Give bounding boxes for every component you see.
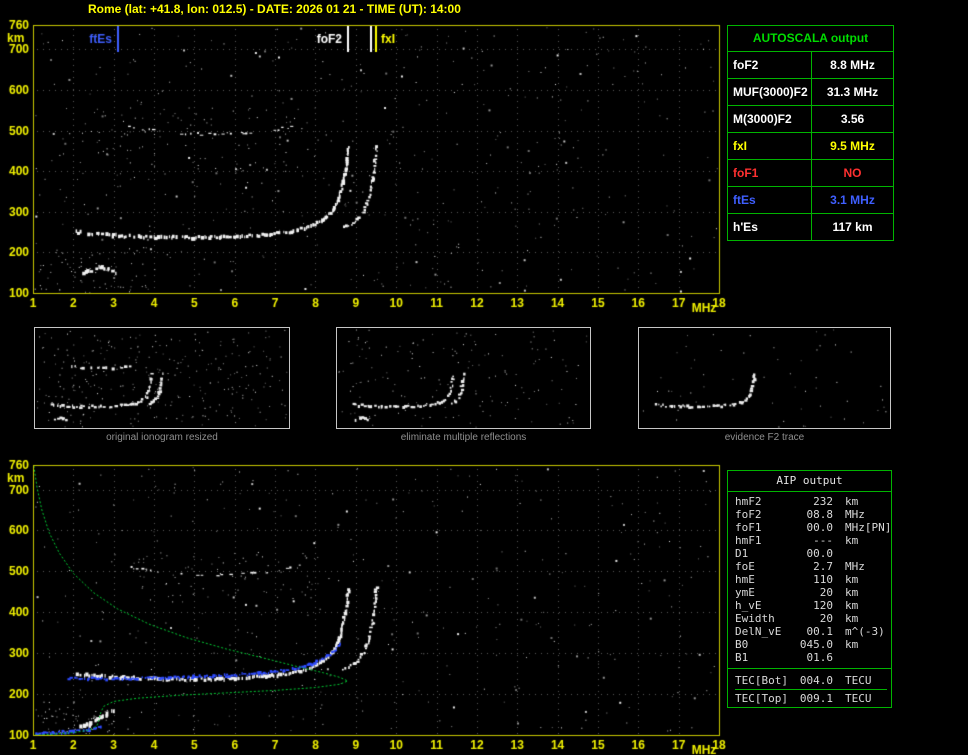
aip-param-unit: km xyxy=(845,612,859,625)
aip-param-value: 20 xyxy=(819,612,833,625)
aip-param-value: 00.0 xyxy=(806,521,834,534)
aip-param-value: 110 xyxy=(813,573,833,586)
aip-param-label: hmF1 xyxy=(735,534,762,547)
aip-param-label: D1 xyxy=(735,547,749,560)
aip-param-label: Ewidth xyxy=(735,612,775,625)
autoscala-param-label: fxI xyxy=(728,133,812,159)
aip-row-ewidth: Ewidth 20 km xyxy=(735,612,887,625)
autoscala-rows: foF2 8.8 MHz MUF(3000)F2 31.3 MHz M(3000)F2 3… xyxy=(728,52,893,240)
aip-row-hmf2: hmF2 232 km xyxy=(735,495,887,508)
ionogram-plot xyxy=(0,18,726,318)
profile-plot xyxy=(0,458,726,755)
autoscala-param-value: NO xyxy=(843,166,862,180)
autoscala-title: AUTOSCALA output xyxy=(728,26,893,52)
aip-param-label: hmF2 xyxy=(735,495,762,508)
autoscala-param-value: 9.5 MHz xyxy=(830,139,875,153)
aip-title: AIP output xyxy=(728,471,891,492)
autoscala-row-ftes: ftEs 3.1 MHz xyxy=(728,186,893,213)
aip-param-unit: TECU xyxy=(845,692,872,705)
aip-param-value: 009.1 xyxy=(799,692,833,705)
autoscala-row-muf-3000-f2: MUF(3000)F2 31.3 MHz xyxy=(728,78,893,105)
aip-param-label: B0 xyxy=(735,638,749,651)
aip-param-label: DelN_vE xyxy=(735,625,782,638)
thumbnail-original-ionogram xyxy=(34,327,290,429)
aip-param-label: TEC[Top] xyxy=(735,692,788,705)
aip-param-label: foE xyxy=(735,560,755,573)
thumbnail-caption: eliminate multiple reflections xyxy=(400,432,527,443)
aip-param-unit: km xyxy=(845,586,859,599)
aip-param-unit: km xyxy=(845,495,859,508)
aip-row-deln-ve: DelN_vE 00.1 m^(-3) xyxy=(735,625,887,638)
autoscala-param-value: 117 km xyxy=(832,220,873,234)
autoscala-param-label: ftEs xyxy=(728,187,812,213)
aip-param-value: --- xyxy=(813,534,833,547)
aip-param-unit: km xyxy=(845,599,859,612)
autoscala-row-fof1: foF1 NO xyxy=(728,159,893,186)
aip-param-value: 2.7 xyxy=(813,560,833,573)
aip-param-unit: MHz xyxy=(845,508,865,521)
aip-row-foe: foE 2.7 MHz xyxy=(735,560,887,573)
thumbnail-evidence-f2-trace xyxy=(638,327,891,429)
autoscala-window: Rome (lat: +41.8, lon: 012.5) - DATE: 20… xyxy=(0,0,968,755)
aip-param-value: 01.6 xyxy=(806,651,834,664)
aip-param-value: 004.0 xyxy=(799,674,833,687)
aip-row-fof1: foF1 00.0 MHz [PN] xyxy=(735,521,891,534)
autoscala-param-value: 3.1 MHz xyxy=(830,193,875,207)
autoscala-row-fxi: fxI 9.5 MHz xyxy=(728,132,893,159)
aip-param-value: 00.0 xyxy=(806,547,834,560)
thumbnail-caption: original ionogram resized xyxy=(106,432,218,443)
aip-output-table: AIP output hmF2 232 km foF2 08.8 MHz foF1 00.0 M… xyxy=(727,470,892,708)
aip-param-label: foF1 xyxy=(735,521,762,534)
aip-row-h-ve: h_vE 120 km xyxy=(735,599,887,612)
aip-row-b0: B0 045.0 km xyxy=(735,638,887,651)
aip-separator xyxy=(735,689,887,690)
aip-param-unit: m^(-3) xyxy=(845,625,885,638)
thumbnail-eliminate-reflections xyxy=(336,327,591,429)
aip-param-label: h_vE xyxy=(735,599,762,612)
autoscala-row-h-es: h'Es 117 km xyxy=(728,213,893,240)
aip-row-yme: ymE 20 km xyxy=(735,586,887,599)
aip-param-unit: MHz xyxy=(845,521,865,534)
aip-row-tec-top: TEC[Top] 009.1 TECU xyxy=(735,692,887,705)
aip-param-unit: MHz xyxy=(845,560,865,573)
autoscala-output-table: AUTOSCALA output foF2 8.8 MHz MUF(3000)F2 3… xyxy=(727,25,894,241)
aip-param-value: 232 xyxy=(813,495,833,508)
aip-param-unit: km xyxy=(845,534,859,547)
aip-param-label: hmE xyxy=(735,573,755,586)
thumbnail-caption: evidence F2 trace xyxy=(724,432,805,443)
aip-row-b1: B1 01.6 xyxy=(735,651,887,664)
autoscala-param-label: MUF(3000)F2 xyxy=(728,79,812,105)
aip-rows: hmF2 232 km foF2 08.8 MHz foF1 00.0 MHz [PN] hmF1-… xyxy=(728,492,891,666)
autoscala-param-value: 31.3 MHz xyxy=(826,85,879,99)
aip-param-unit: km xyxy=(845,638,859,651)
aip-row-tec-bot: TEC[Bot] 004.0 TECU xyxy=(735,674,887,687)
aip-param-value: 045.0 xyxy=(799,638,833,651)
autoscala-param-label: foF2 xyxy=(728,52,812,78)
autoscala-param-label: foF1 xyxy=(728,160,812,186)
aip-param-value: 20 xyxy=(819,586,833,599)
aip-row-hme: hmE 110 km xyxy=(735,573,887,586)
autoscala-param-value: 3.56 xyxy=(840,112,865,126)
aip-param-value: 08.8 xyxy=(806,508,834,521)
aip-param-label: ymE xyxy=(735,586,755,599)
aip-param-label: foF2 xyxy=(735,508,762,521)
aip-param-label: B1 xyxy=(735,651,749,664)
aip-param-label: TEC[Bot] xyxy=(735,674,788,687)
aip-param-unit: TECU xyxy=(845,674,872,687)
autoscala-row-fof2: foF2 8.8 MHz xyxy=(728,52,893,78)
aip-tec-rows: TEC[Bot] 004.0 TECU TEC[Top] 009.1 TECU xyxy=(728,671,891,707)
aip-separator xyxy=(728,668,891,669)
autoscala-param-label: M(3000)F2 xyxy=(728,106,812,132)
autoscala-row-m-3000-f2: M(3000)F2 3.56 xyxy=(728,105,893,132)
autoscala-param-label: h'Es xyxy=(728,214,812,240)
aip-param-note: [PN] xyxy=(864,521,892,534)
aip-param-value: 00.1 xyxy=(806,625,834,638)
aip-row-hmf1: hmF1 --- km xyxy=(735,534,887,547)
station-title: Rome (lat: +41.8, lon: 012.5) - DATE: 20… xyxy=(88,2,461,16)
aip-param-value: 120 xyxy=(813,599,833,612)
autoscala-param-value: 8.8 MHz xyxy=(830,58,875,72)
aip-row-fof2: foF2 08.8 MHz xyxy=(735,508,887,521)
aip-row-d1: D1 00.0 xyxy=(735,547,887,560)
aip-param-unit: km xyxy=(845,573,859,586)
